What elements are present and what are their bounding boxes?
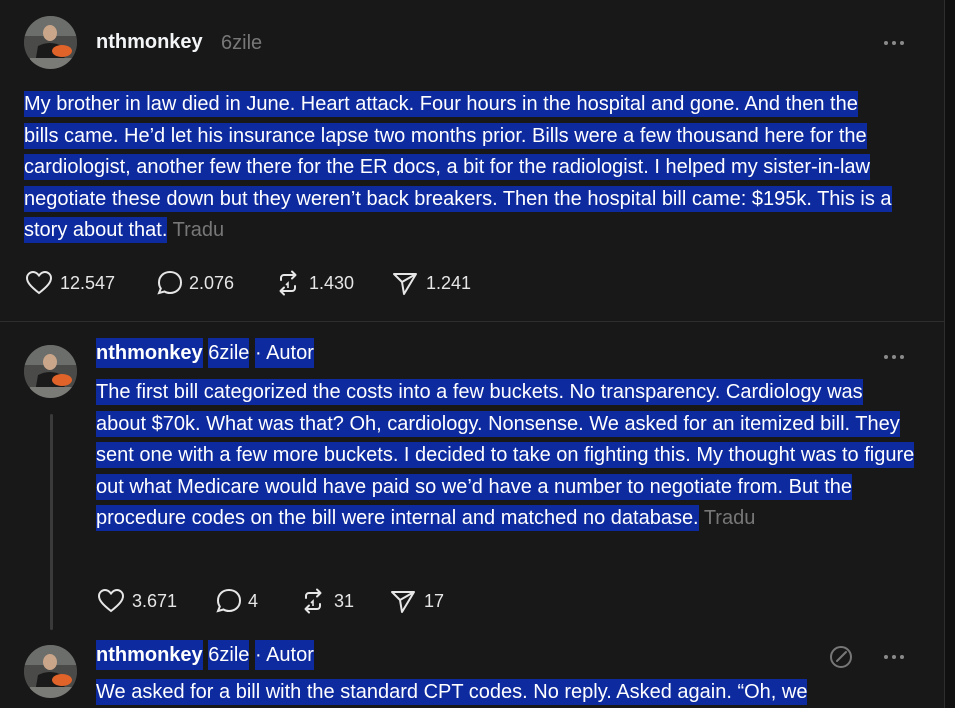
thread-line — [50, 414, 53, 630]
translate-link[interactable]: Tradu — [704, 507, 756, 529]
reply-count: 4 — [248, 590, 259, 611]
post-text: The first bill categorized the costs int… — [96, 377, 916, 535]
repost-button[interactable]: 1.430 — [273, 268, 390, 298]
share-count: 1.241 — [426, 272, 472, 293]
repost-count: 1.430 — [309, 272, 355, 293]
action-bar: 3.671 4 31 17 — [96, 586, 444, 616]
repost-icon — [279, 270, 297, 296]
share-button[interactable]: 17 — [388, 586, 444, 616]
heart-icon — [97, 588, 125, 613]
username[interactable]: nthmonkey — [96, 644, 203, 666]
post-text-content: We asked for a bill with the standard CP… — [96, 679, 808, 705]
username[interactable]: nthmonkey — [96, 342, 203, 364]
reply-count: 2.076 — [189, 272, 235, 293]
more-options-icon[interactable] — [884, 38, 908, 48]
share-icon — [393, 273, 417, 295]
post-text: My brother in law died in June. Heart at… — [24, 89, 894, 247]
thread-panel: nthmonkey 6zile My brother in law died i… — [0, 0, 945, 708]
post-text-content: My brother in law died in June. Heart at… — [24, 91, 892, 244]
post-time[interactable]: 6zile — [208, 640, 250, 670]
author-badge: · Autor — [254, 338, 314, 368]
post-text: We asked for a bill with the standard CP… — [96, 677, 916, 708]
share-icon — [391, 591, 415, 613]
like-count: 12.547 — [60, 272, 116, 293]
edit-icon[interactable] — [828, 644, 854, 670]
post-text-content: The first bill categorized the costs int… — [96, 379, 915, 532]
share-button[interactable]: 1.241 — [390, 268, 471, 298]
username[interactable]: nthmonkey — [96, 31, 203, 54]
avatar[interactable] — [24, 345, 77, 398]
avatar[interactable] — [24, 645, 77, 698]
repost-count: 31 — [334, 590, 355, 611]
reply-button[interactable]: 2.076 — [155, 268, 273, 298]
more-options-icon[interactable] — [884, 652, 908, 662]
comment-icon — [157, 270, 183, 295]
share-count: 17 — [424, 590, 445, 611]
reply-post: nthmonkey 6zile · Autor We asked for a b… — [0, 632, 944, 708]
comment-icon — [216, 588, 242, 613]
post-time[interactable]: 6zile — [208, 338, 250, 368]
reply-button[interactable]: 4 — [214, 586, 298, 616]
like-button[interactable]: 3.671 — [96, 586, 214, 616]
action-bar: 12.547 2.076 1.430 1.241 — [24, 268, 471, 298]
like-count: 3.671 — [132, 590, 178, 611]
avatar[interactable] — [24, 16, 77, 69]
reply-post: nthmonkey 6zile · Autor The first bill c… — [0, 322, 944, 632]
more-options-icon[interactable] — [884, 352, 908, 362]
heart-icon — [25, 270, 53, 295]
post-header: nthmonkey 6zile · Autor — [96, 640, 314, 670]
post-header: nthmonkey 6zile · Autor — [96, 338, 314, 368]
post-time[interactable]: 6zile — [221, 32, 262, 55]
author-badge: · Autor — [254, 640, 314, 670]
repost-button[interactable]: 31 — [298, 586, 388, 616]
main-post: nthmonkey 6zile My brother in law died i… — [0, 0, 944, 321]
repost-icon — [304, 588, 322, 614]
like-button[interactable]: 12.547 — [24, 268, 155, 298]
translate-link[interactable]: Tradu — [173, 219, 225, 241]
